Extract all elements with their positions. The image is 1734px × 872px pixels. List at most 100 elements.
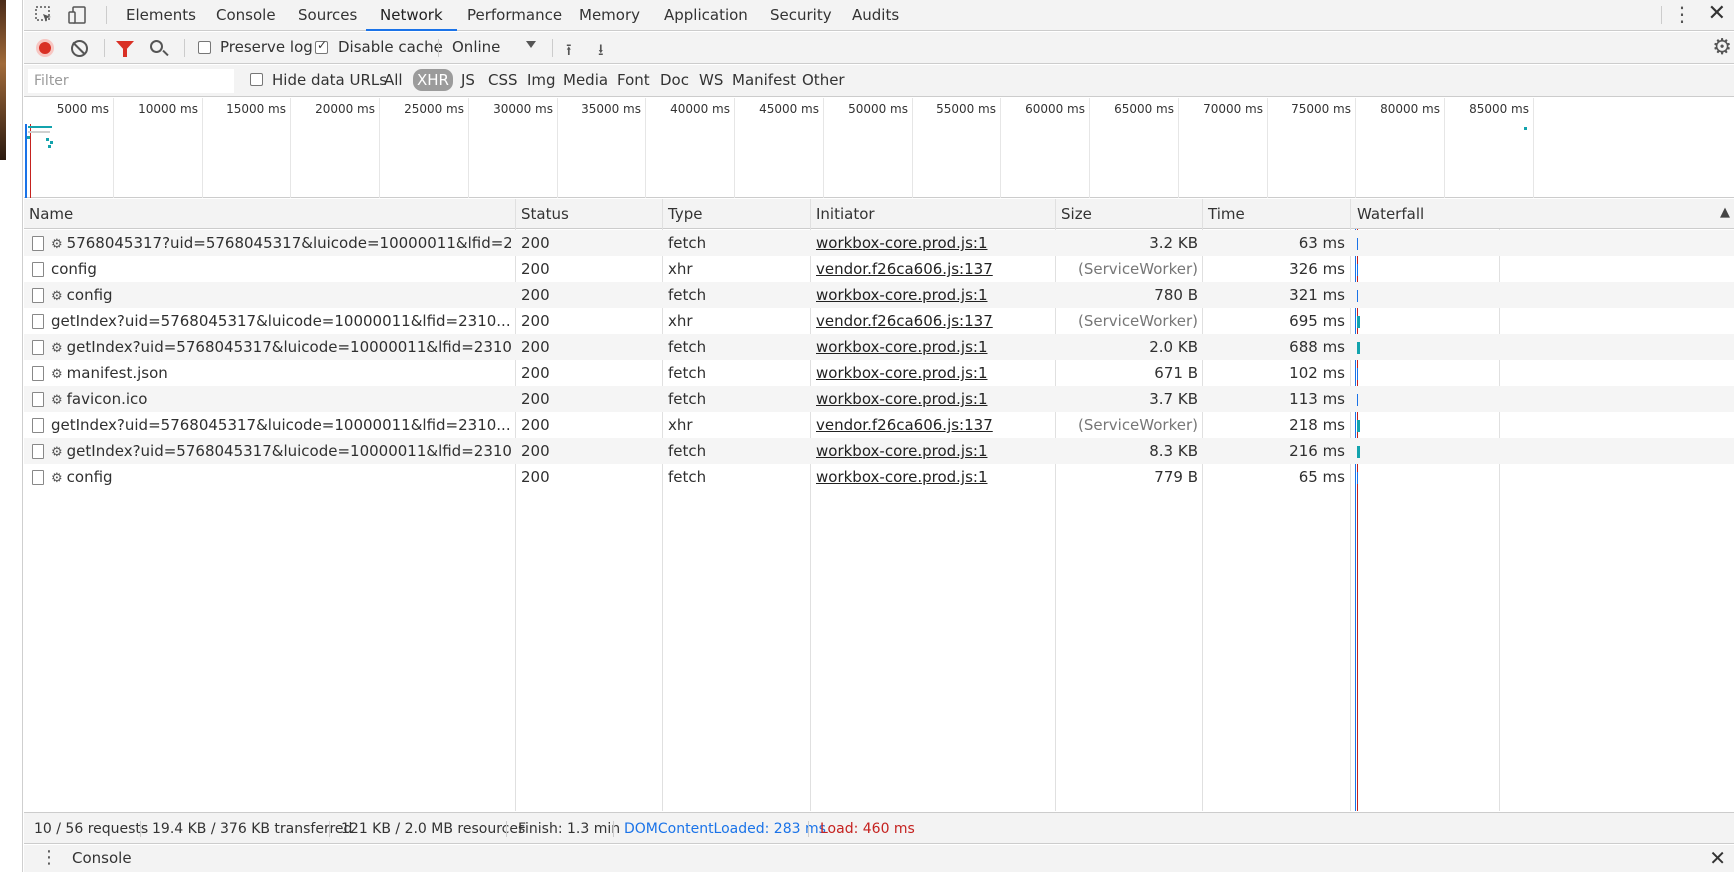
- disable-cache-checkbox[interactable]: [315, 38, 328, 54]
- filter-type-media[interactable]: Media: [563, 71, 608, 89]
- tab-network[interactable]: Network: [366, 0, 457, 31]
- throttling-select[interactable]: Online: [452, 38, 500, 56]
- drawer-menu-icon[interactable]: ⋮: [40, 847, 58, 868]
- filter-type-doc[interactable]: Doc: [660, 71, 689, 89]
- export-har-icon[interactable]: ⭳: [598, 39, 604, 66]
- cell-initiator-link[interactable]: workbox-core.prod.js:1: [816, 386, 1051, 412]
- cell-name[interactable]: ⚙ favicon.ico: [51, 386, 511, 412]
- search-icon[interactable]: [150, 40, 163, 53]
- cell-name-text: getIndex?uid=5768045317&luicode=10000011…: [51, 416, 511, 434]
- file-icon: [32, 418, 44, 433]
- cell-initiator-link[interactable]: workbox-core.prod.js:1: [816, 230, 1051, 256]
- chevron-down-icon[interactable]: [526, 41, 536, 48]
- table-row[interactable]: config 200 xhr vendor.f26ca606.js:137 (Servi…: [24, 256, 1734, 282]
- cell-status: 200: [521, 416, 550, 434]
- cell-name[interactable]: ⚙ config: [51, 464, 511, 490]
- column-header-status[interactable]: Status: [516, 199, 569, 229]
- cell-name[interactable]: getIndex?uid=5768045317&luicode=10000011…: [51, 308, 511, 334]
- tab-audits[interactable]: Audits: [850, 0, 901, 31]
- toolbar-separator: [104, 39, 105, 57]
- preserve-log-checkbox[interactable]: [198, 41, 211, 54]
- file-icon: [32, 288, 44, 303]
- tab-console[interactable]: Console: [214, 0, 278, 31]
- column-header-size[interactable]: Size: [1056, 199, 1092, 229]
- hide-data-urls-checkbox[interactable]: [250, 73, 263, 86]
- cell-initiator-link[interactable]: workbox-core.prod.js:1: [816, 360, 1051, 386]
- column-header-initiator[interactable]: Initiator: [811, 199, 875, 229]
- cell-name[interactable]: ⚙ config: [51, 282, 511, 308]
- cell-status: 200: [521, 364, 550, 382]
- table-row[interactable]: ⚙ config 200 fetch workbox-core.prod.js:1 779…: [24, 464, 1734, 490]
- drawer-tab-console[interactable]: Console: [72, 849, 132, 867]
- summary-separator: [613, 821, 614, 837]
- table-row[interactable]: ⚙ manifest.json 200 fetch workbox-core.prod.…: [24, 360, 1734, 386]
- overview-tick-label: 65000 ms: [1114, 102, 1174, 116]
- cell-name[interactable]: ⚙ manifest.json: [51, 360, 511, 386]
- cell-name[interactable]: ⚙ 5768045317?uid=5768045317&luicode=10000…: [51, 230, 511, 256]
- cell-size: 779 B: [1154, 468, 1198, 486]
- filter-type-xhr[interactable]: XHR: [413, 69, 453, 91]
- network-settings-gear-icon[interactable]: ⚙: [1712, 35, 1732, 60]
- close-devtools-icon[interactable]: ✕: [1708, 3, 1726, 25]
- cell-status: 200: [521, 286, 550, 304]
- service-worker-gear-icon: ⚙: [51, 289, 63, 304]
- filter-icon[interactable]: [116, 41, 134, 57]
- customize-menu-icon[interactable]: ⋮: [1672, 4, 1692, 24]
- cell-initiator-link[interactable]: vendor.f26ca606.js:137: [816, 412, 1051, 438]
- tab-application[interactable]: Application: [662, 0, 750, 31]
- tab-performance[interactable]: Performance: [465, 0, 564, 31]
- overview-timeline[interactable]: 5000 ms 10000 ms 15000 ms 20000 ms 25000 ms 3…: [24, 98, 1734, 198]
- column-header-type[interactable]: Type: [663, 199, 702, 229]
- filter-type-other[interactable]: Other: [802, 71, 845, 89]
- waterfall-bar: [1357, 238, 1358, 250]
- column-header-waterfall[interactable]: Waterfall: [1352, 199, 1424, 229]
- filter-type-css[interactable]: CSS: [488, 71, 518, 89]
- filter-type-all[interactable]: All: [384, 71, 403, 89]
- filter-input[interactable]: [28, 69, 234, 93]
- cell-name[interactable]: config: [51, 256, 511, 282]
- cell-initiator-link[interactable]: workbox-core.prod.js:1: [816, 282, 1051, 308]
- close-drawer-icon[interactable]: ✕: [1709, 846, 1726, 870]
- tab-elements[interactable]: Elements: [124, 0, 198, 31]
- cell-initiator-link[interactable]: workbox-core.prod.js:1: [816, 334, 1051, 360]
- waterfall-bar: [1357, 420, 1360, 432]
- tab-security[interactable]: Security: [768, 0, 834, 31]
- filter-type-font[interactable]: Font: [617, 71, 650, 89]
- cell-initiator-link[interactable]: workbox-core.prod.js:1: [816, 464, 1051, 490]
- record-button[interactable]: [36, 39, 54, 57]
- filter-type-img[interactable]: Img: [527, 71, 556, 89]
- requests-table: Name Status Type Initiator Size Time Wat…: [24, 199, 1734, 811]
- column-header-time[interactable]: Time: [1203, 199, 1245, 229]
- inspect-element-icon[interactable]: [34, 5, 54, 25]
- table-row[interactable]: ⚙ 5768045317?uid=5768045317&luicode=10000…: [24, 230, 1734, 256]
- filter-type-manifest[interactable]: Manifest: [732, 71, 796, 89]
- clear-button[interactable]: [71, 40, 88, 57]
- overview-tick-label: 55000 ms: [936, 102, 996, 116]
- table-row[interactable]: ⚙ getIndex?uid=5768045317&luicode=1000001…: [24, 334, 1734, 360]
- device-toolbar-icon[interactable]: [68, 5, 88, 25]
- filter-type-ws[interactable]: WS: [699, 71, 723, 89]
- cell-type: fetch: [668, 442, 707, 460]
- cell-name[interactable]: ⚙ getIndex?uid=5768045317&luicode=1000001…: [51, 334, 511, 360]
- table-row[interactable]: ⚙ getIndex?uid=5768045317&luicode=1000001…: [24, 438, 1734, 464]
- table-row[interactable]: getIndex?uid=5768045317&luicode=10000011…: [24, 412, 1734, 438]
- table-row[interactable]: getIndex?uid=5768045317&luicode=10000011…: [24, 308, 1734, 334]
- overview-tick-label: 5000 ms: [56, 102, 109, 116]
- filter-bar: Hide data URLs All XHR JS CSS Img Media …: [24, 65, 1734, 97]
- column-header-name[interactable]: Name: [24, 199, 73, 229]
- cell-initiator-link[interactable]: vendor.f26ca606.js:137: [816, 308, 1051, 334]
- sort-ascending-icon[interactable]: ▲: [1720, 205, 1730, 220]
- cell-initiator-link[interactable]: workbox-core.prod.js:1: [816, 438, 1051, 464]
- tab-memory[interactable]: Memory: [577, 0, 642, 31]
- resources-size: 121 KB / 2.0 MB resources: [341, 821, 526, 837]
- requests-count: 10 / 56 requests: [34, 821, 149, 837]
- cell-name[interactable]: ⚙ getIndex?uid=5768045317&luicode=1000001…: [51, 438, 511, 464]
- tab-sources[interactable]: Sources: [296, 0, 359, 31]
- table-row[interactable]: ⚙ favicon.ico 200 fetch workbox-core.prod.js…: [24, 386, 1734, 412]
- table-row[interactable]: ⚙ config 200 fetch workbox-core.prod.js:1 780…: [24, 282, 1734, 308]
- import-har-icon[interactable]: ⭱: [566, 39, 572, 66]
- filter-type-js[interactable]: JS: [461, 71, 475, 89]
- cell-initiator-link[interactable]: vendor.f26ca606.js:137: [816, 256, 1051, 282]
- cell-name[interactable]: getIndex?uid=5768045317&luicode=10000011…: [51, 412, 511, 438]
- table-header: Name Status Type Initiator Size Time Wat…: [24, 199, 1734, 229]
